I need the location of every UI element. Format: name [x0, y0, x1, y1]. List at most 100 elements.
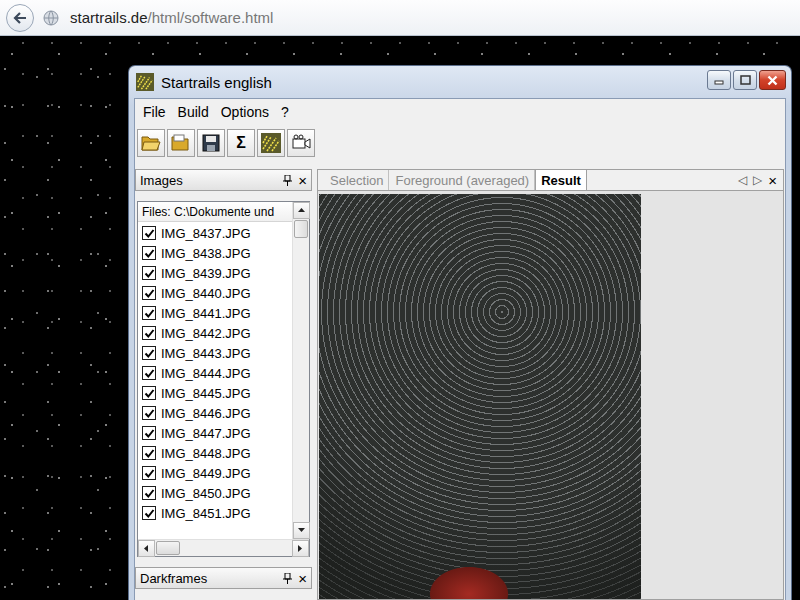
checkmark-icon — [144, 288, 155, 299]
checkmark-icon — [144, 428, 155, 439]
file-row[interactable]: IMG_8442.JPG — [138, 323, 292, 343]
checkbox[interactable] — [142, 426, 156, 440]
scroll-up-button[interactable] — [293, 202, 310, 219]
checkmark-icon — [144, 328, 155, 339]
checkbox[interactable] — [142, 306, 156, 320]
menu-item[interactable]: ? — [275, 102, 295, 122]
panel-close-button[interactable]: × — [298, 571, 307, 586]
previous-tab-button[interactable]: ◁ — [738, 173, 747, 187]
checkmark-icon — [144, 468, 155, 479]
desktop: Startrails englishFileBuildOptions?ΣImag… — [0, 36, 800, 600]
checkmark-icon — [144, 308, 155, 319]
column-header[interactable]: Files: C:\Dokumente und — [138, 202, 292, 222]
horizontal-scrollbar[interactable] — [138, 539, 309, 556]
file-row[interactable]: IMG_8450.JPG — [138, 483, 292, 503]
menu-item[interactable]: Build — [172, 102, 215, 122]
next-tab-button[interactable]: ▷ — [753, 173, 762, 187]
checkbox[interactable] — [142, 486, 156, 500]
startrails-icon — [136, 73, 154, 91]
file-row[interactable]: IMG_8447.JPG — [138, 423, 292, 443]
minimize-button[interactable] — [707, 70, 731, 90]
checkbox[interactable] — [142, 266, 156, 280]
panel-title: Images — [140, 173, 277, 188]
file-row[interactable]: IMG_8444.JPG — [138, 363, 292, 383]
checkbox[interactable] — [142, 446, 156, 460]
back-arrow-icon — [12, 10, 28, 26]
checkmark-icon — [144, 248, 155, 259]
tab[interactable]: Selection — [324, 170, 389, 190]
checkmark-icon — [144, 348, 155, 359]
file-row[interactable]: IMG_8445.JPG — [138, 383, 292, 403]
checkbox[interactable] — [142, 246, 156, 260]
menu-item[interactable]: Options — [215, 102, 275, 122]
file-row[interactable]: IMG_8449.JPG — [138, 463, 292, 483]
tab[interactable]: Result — [535, 170, 587, 190]
tab-close-button[interactable]: × — [768, 173, 777, 188]
screen: startrails.de/html/software.html Startrai… — [0, 0, 800, 600]
checkbox[interactable] — [142, 386, 156, 400]
menu-bar: FileBuildOptions? — [135, 99, 785, 123]
client-area: FileBuildOptions? Σ Images × Files: C:\Dokum… — [134, 98, 786, 600]
save-button[interactable] — [197, 129, 225, 157]
sum-button[interactable]: Σ — [227, 129, 255, 157]
close-icon — [767, 75, 778, 86]
checkbox[interactable] — [142, 366, 156, 380]
checkbox[interactable] — [142, 286, 156, 300]
open-multiple-button[interactable] — [167, 129, 195, 157]
scroll-down-button[interactable] — [293, 522, 310, 539]
video-button[interactable] — [287, 129, 315, 157]
file-row[interactable]: IMG_8446.JPG — [138, 403, 292, 423]
menu-item[interactable]: File — [137, 102, 172, 122]
arrow-left-icon — [142, 544, 151, 553]
startrails-icon — [261, 133, 281, 153]
build-button[interactable] — [257, 129, 285, 157]
title-bar: Startrails english — [134, 66, 786, 98]
scroll-thumb[interactable] — [156, 541, 180, 555]
file-row[interactable]: IMG_8437.JPG — [138, 223, 292, 243]
checkmark-icon — [144, 448, 155, 459]
file-row[interactable]: IMG_8448.JPG — [138, 443, 292, 463]
pin-icon[interactable] — [283, 175, 292, 186]
open-button[interactable] — [137, 129, 165, 157]
close-button[interactable] — [759, 70, 786, 90]
checkbox[interactable] — [142, 346, 156, 360]
globe-icon — [43, 10, 59, 26]
panel-header: Images × — [135, 169, 312, 191]
file-row[interactable]: IMG_8451.JPG — [138, 503, 292, 523]
checkbox[interactable] — [142, 326, 156, 340]
checkmark-icon — [144, 508, 155, 519]
checkbox[interactable] — [142, 466, 156, 480]
scroll-left-button[interactable] — [138, 540, 155, 557]
images-panel: Images × Files: C:\Dokumente undIMG_8437.J… — [135, 169, 312, 600]
panel-close-button[interactable]: × — [298, 173, 307, 188]
address-bar: startrails.de/html/software.html — [0, 0, 800, 36]
scroll-thumb[interactable] — [294, 220, 308, 238]
file-row[interactable]: IMG_8441.JPG — [138, 303, 292, 323]
startrails-photo — [319, 194, 641, 599]
pin-icon[interactable] — [283, 573, 292, 584]
file-row[interactable]: IMG_8439.JPG — [138, 263, 292, 283]
url-field[interactable]: startrails.de/html/software.html — [68, 9, 273, 26]
vertical-scrollbar[interactable] — [292, 202, 309, 539]
toolbar: Σ — [135, 123, 785, 161]
file-row[interactable]: IMG_8440.JPG — [138, 283, 292, 303]
checkbox[interactable] — [142, 226, 156, 240]
checkmark-icon — [144, 408, 155, 419]
file-row[interactable]: IMG_8443.JPG — [138, 343, 292, 363]
back-button[interactable] — [6, 4, 34, 32]
video-camera-icon — [291, 134, 311, 152]
checkbox[interactable] — [142, 406, 156, 420]
checkmark-icon — [144, 368, 155, 379]
tab-strip: SelectionForeground (averaged)Result ◁ ▷ × — [317, 169, 784, 191]
floppy-disk-icon — [202, 134, 220, 152]
tab[interactable]: Foreground (averaged) — [389, 170, 535, 190]
maximize-button[interactable] — [733, 70, 757, 90]
scroll-right-button[interactable] — [292, 540, 309, 557]
maximize-icon — [740, 75, 751, 85]
folder-icon — [171, 134, 191, 152]
minimize-icon — [714, 75, 724, 85]
file-row[interactable]: IMG_8438.JPG — [138, 243, 292, 263]
checkbox[interactable] — [142, 506, 156, 520]
arrow-right-icon — [296, 544, 305, 553]
open-folder-icon — [141, 134, 161, 152]
